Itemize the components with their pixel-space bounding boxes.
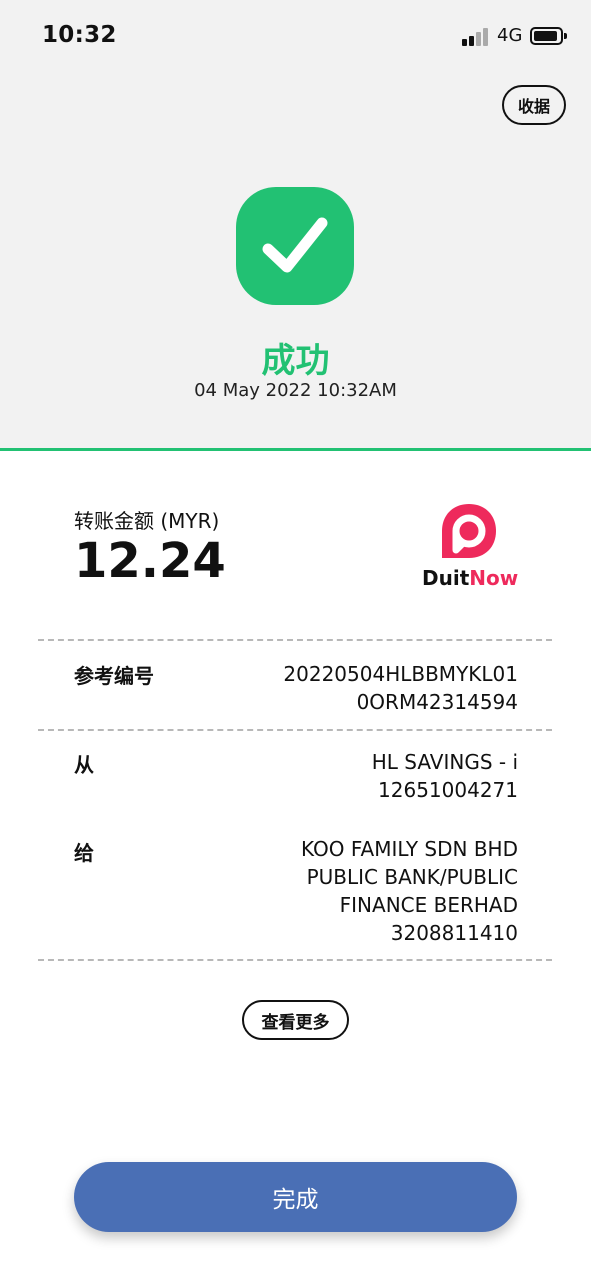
amount-label: 转账金额 (MYR)	[74, 509, 220, 533]
amount-value: 12.24	[74, 533, 226, 589]
battery-icon	[530, 27, 567, 45]
status-bar: 10:32 4G	[0, 0, 591, 72]
duitnow-logo-icon	[442, 504, 496, 558]
transaction-timestamp: 04 May 2022 10:32AM	[194, 380, 397, 401]
from-label: 从	[74, 753, 94, 777]
network-type: 4G	[497, 25, 523, 46]
receipt-button[interactable]: 收据	[502, 85, 566, 125]
divider	[38, 959, 552, 961]
to-label: 给	[74, 841, 94, 865]
success-title: 成功	[261, 341, 330, 381]
done-button[interactable]: 完成	[74, 1162, 517, 1232]
duitnow-logo: DuitNow	[420, 500, 520, 595]
reference-label: 参考编号	[74, 664, 154, 688]
duitnow-wordmark: DuitNow	[422, 566, 519, 590]
checkmark-icon	[236, 187, 354, 305]
status-time: 10:32	[42, 22, 117, 48]
divider	[38, 639, 552, 641]
to-value: KOO FAMILY SDN BHD PUBLIC BANK/PUBLIC FI…	[300, 837, 518, 945]
reference-value: 20220504HLBBMYKL01 0ORM42314594	[283, 662, 518, 714]
success-header: 10:32 4G 收据 成功 04 May 2022 10:32AM	[0, 0, 591, 451]
signal-icon	[462, 28, 492, 46]
divider	[38, 729, 552, 731]
view-more-button[interactable]: 查看更多	[242, 1000, 349, 1040]
from-value: HL SAVINGS - i 12651004271	[371, 750, 518, 802]
